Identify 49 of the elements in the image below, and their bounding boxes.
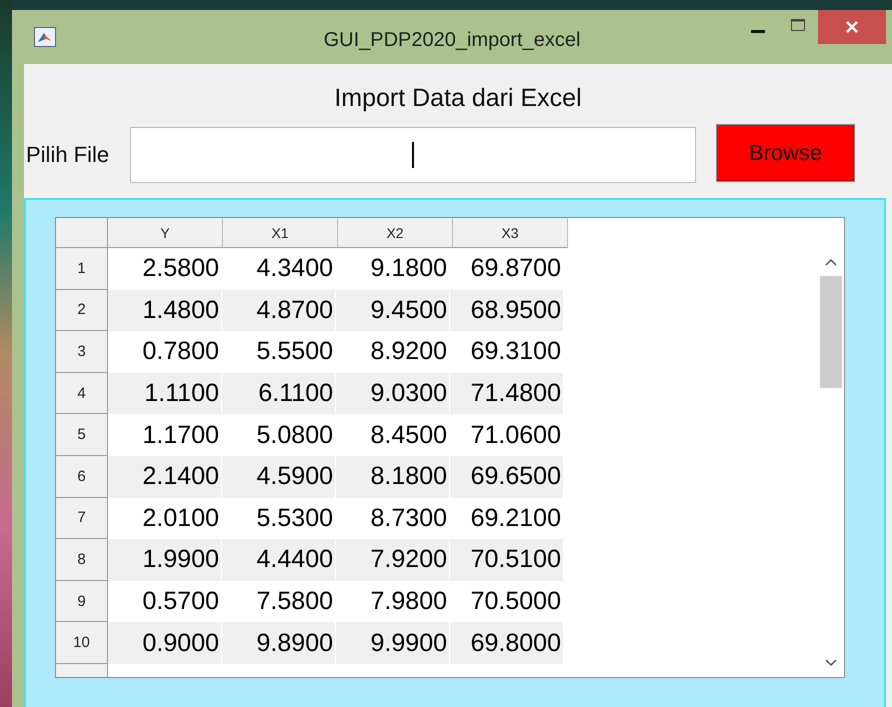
table-cell: 69.6500: [450, 456, 564, 498]
column-header[interactable]: X1: [223, 218, 338, 248]
file-label: Pilih File: [26, 142, 110, 168]
scroll-up-icon[interactable]: [824, 258, 836, 266]
table-cell: 1.1100: [108, 372, 222, 414]
column-header[interactable]: X2: [338, 218, 453, 248]
column-header[interactable]: X3: [453, 218, 568, 248]
close-button[interactable]: [818, 10, 886, 44]
table-cell: 69.8000: [450, 622, 564, 664]
row-header[interactable]: 7: [56, 498, 108, 540]
row-header[interactable]: 8: [56, 539, 108, 581]
row-header[interactable]: 5: [56, 414, 108, 456]
minimize-icon: [751, 30, 765, 32]
row-header[interactable]: 6: [56, 456, 108, 498]
table-cell: 9.0300: [336, 372, 450, 414]
text-cursor: [412, 142, 414, 168]
row-header[interactable]: 10: [56, 622, 108, 664]
column-header[interactable]: Y: [108, 218, 223, 248]
app-icon: [34, 27, 56, 47]
table-cell: 1.9900: [108, 539, 222, 581]
row-header[interactable]: 1: [56, 248, 108, 290]
table-cell: 4.8700: [222, 290, 336, 332]
table-cell: 68.9500: [450, 290, 564, 332]
maximize-icon: [791, 19, 805, 31]
scroll-thumb[interactable]: [820, 276, 842, 388]
window-title: GUI_PDP2020_import_excel: [322, 28, 582, 52]
table-cell: 9.9900: [336, 622, 450, 664]
close-icon: [845, 20, 859, 34]
table-cell: 4.4400: [222, 539, 336, 581]
row-header[interactable]: 4: [56, 372, 108, 414]
file-path-field[interactable]: [130, 127, 696, 183]
table-corner: [56, 218, 108, 248]
browse-button[interactable]: Browse: [716, 124, 855, 182]
table-cell: 2.1400: [108, 456, 222, 498]
row-header[interactable]: 9: [56, 580, 108, 622]
table-cell: 70.5100: [450, 539, 564, 581]
table-cell: 0.9000: [108, 622, 222, 664]
form-heading: Import Data dari Excel: [333, 84, 583, 114]
table-cell: 9.8900: [222, 622, 336, 664]
table-cell: 4.5900: [222, 456, 336, 498]
table-cell: 1.4800: [108, 290, 222, 332]
row-header[interactable]: 2: [56, 290, 108, 332]
scroll-down-icon[interactable]: [824, 659, 836, 667]
table-cell: 8.1800: [336, 456, 450, 498]
row-header[interactable]: 3: [56, 331, 108, 373]
table-cell: 6.1100: [222, 372, 336, 414]
table-cell: 9.4500: [336, 290, 450, 332]
table-cell: 71.4800: [450, 372, 564, 414]
table-cell: 7.9200: [336, 539, 450, 581]
